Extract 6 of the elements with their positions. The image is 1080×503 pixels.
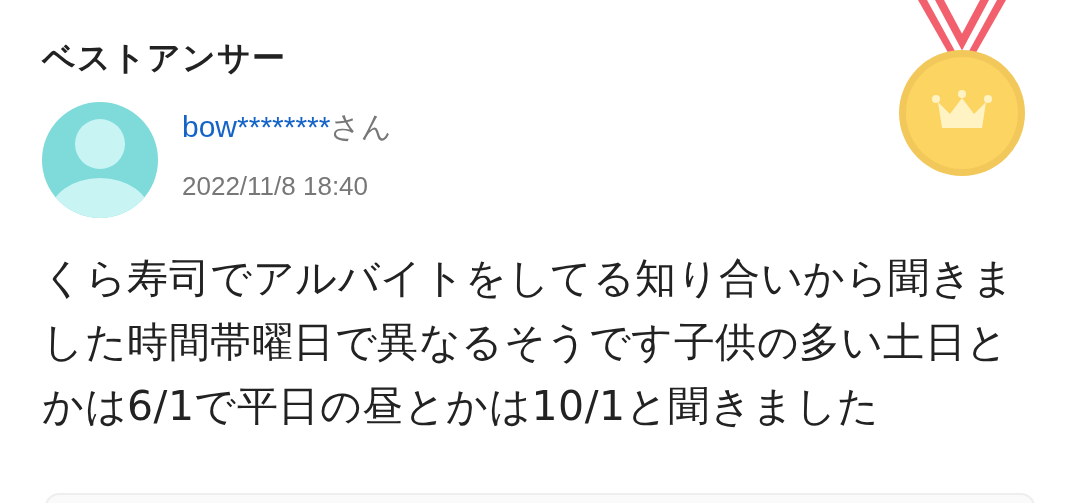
medal-icon	[896, 0, 1028, 178]
honorific: さん	[330, 108, 393, 144]
section-heading: ベストアンサー	[42, 38, 287, 78]
answer-text: くら寿司でアルバイトをしてる知り合いから聞きました時間帯曜日で異なるそうです子供の多い土日とかは6/1で平日の昼とかは10/1と聞きました	[42, 252, 1016, 432]
post-date: 2022/11/8 18:40	[182, 169, 370, 203]
user-name-link[interactable]: bow********	[182, 109, 331, 143]
